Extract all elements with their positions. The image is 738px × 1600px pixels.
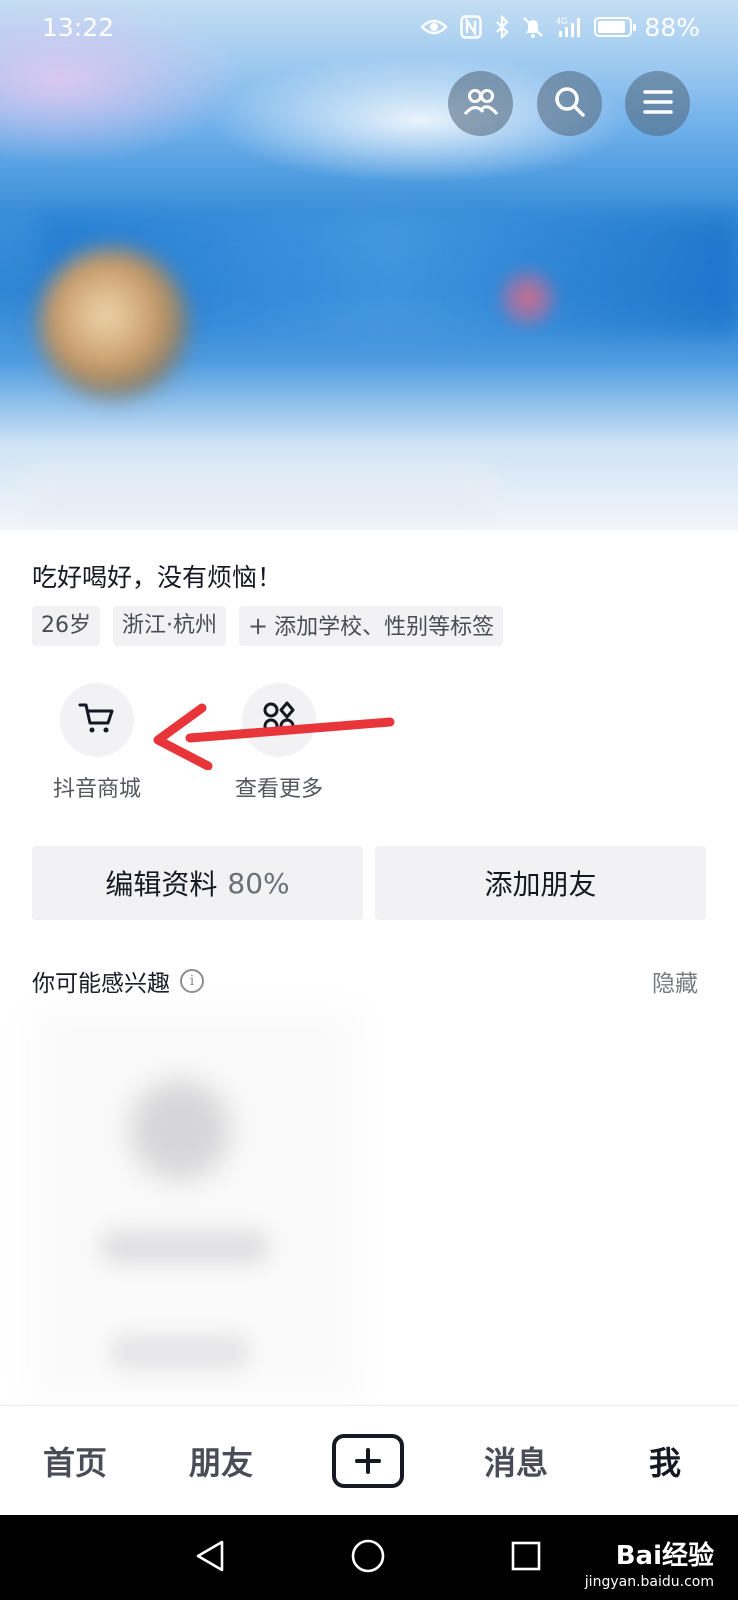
status-bar: 13:22 4G 88% xyxy=(0,0,738,54)
profile-completion: 80% xyxy=(227,866,290,900)
eye-icon xyxy=(420,14,449,40)
baidu-watermark: Bai经验 jingyan.baidu.com xyxy=(585,1535,714,1590)
battery-percent: 88% xyxy=(644,12,700,42)
nav-friends[interactable]: 朋友 xyxy=(166,1406,276,1516)
watermark-brand: Bai经验 xyxy=(615,1541,714,1571)
friends-icon xyxy=(463,87,499,121)
menu-button[interactable] xyxy=(625,71,690,136)
battery-icon xyxy=(594,17,637,37)
plus-icon: + xyxy=(248,612,269,640)
plus-box-icon xyxy=(332,1434,404,1488)
profile-cover xyxy=(0,0,738,530)
tag-age: 26岁 xyxy=(32,606,100,646)
bottom-nav: 首页 朋友 消息 我 xyxy=(0,1405,738,1515)
hide-button[interactable]: 隐藏 xyxy=(652,964,698,998)
search-icon xyxy=(554,86,586,122)
add-tag-button[interactable]: + 添加学校、性别等标签 xyxy=(239,606,504,646)
search-button[interactable] xyxy=(537,71,602,136)
home-button[interactable] xyxy=(338,1515,398,1600)
status-icons: 4G 88% xyxy=(420,13,700,42)
interest-title-wrap: 你可能感兴趣 i xyxy=(32,964,204,998)
shortcut-mall-label: 抖音商城 xyxy=(52,777,141,802)
signal-icon: 4G xyxy=(556,14,582,40)
recents-icon xyxy=(510,1540,542,1576)
menu-icon xyxy=(642,89,673,119)
cart-icon xyxy=(78,701,116,739)
mute-bell-icon xyxy=(522,14,544,40)
nav-create[interactable] xyxy=(313,1406,423,1516)
nav-home[interactable]: 首页 xyxy=(20,1406,130,1516)
watermark-url: jingyan.baidu.com xyxy=(584,1574,714,1590)
add-tag-label: 添加学校、性别等标签 xyxy=(274,615,495,640)
back-icon xyxy=(194,1539,226,1577)
username-blurred xyxy=(20,470,500,514)
friends-button[interactable] xyxy=(448,71,513,136)
edit-profile-label: 编辑资料 xyxy=(105,868,218,901)
nav-me[interactable]: 我 xyxy=(610,1406,720,1516)
avatar[interactable] xyxy=(38,248,188,398)
home-icon xyxy=(350,1538,386,1578)
recommendation-avatar xyxy=(130,1080,230,1180)
status-time: 13:22 xyxy=(42,12,115,42)
signal-label: 4G xyxy=(556,16,568,26)
profile-tags: 26岁 浙江·杭州 + 添加学校、性别等标签 xyxy=(32,606,504,646)
add-friend-label: 添加朋友 xyxy=(484,868,597,901)
profile-bio: 吃好喝好，没有烦恼！ xyxy=(32,563,283,592)
bluetooth-icon xyxy=(494,14,510,40)
recommendation-button xyxy=(110,1335,250,1369)
nfc-icon xyxy=(460,14,483,40)
nav-messages[interactable]: 消息 xyxy=(461,1406,571,1516)
interest-title: 你可能感兴趣 xyxy=(32,971,170,997)
cover-decoration xyxy=(498,268,558,328)
annotation-arrow xyxy=(153,703,395,770)
add-friend-button[interactable]: 添加朋友 xyxy=(375,846,706,920)
edit-profile-button[interactable]: 编辑资料 80% xyxy=(32,846,363,920)
recommendation-name xyxy=(100,1230,270,1264)
recents-button[interactable] xyxy=(496,1515,556,1600)
tag-location: 浙江·杭州 xyxy=(113,606,226,646)
interest-header: 你可能感兴趣 i 隐藏 xyxy=(32,964,698,998)
shortcut-mall-circle xyxy=(60,683,134,757)
shortcut-more-label: 查看更多 xyxy=(234,777,323,802)
info-icon[interactable]: i xyxy=(180,969,204,993)
back-button[interactable] xyxy=(180,1515,240,1600)
